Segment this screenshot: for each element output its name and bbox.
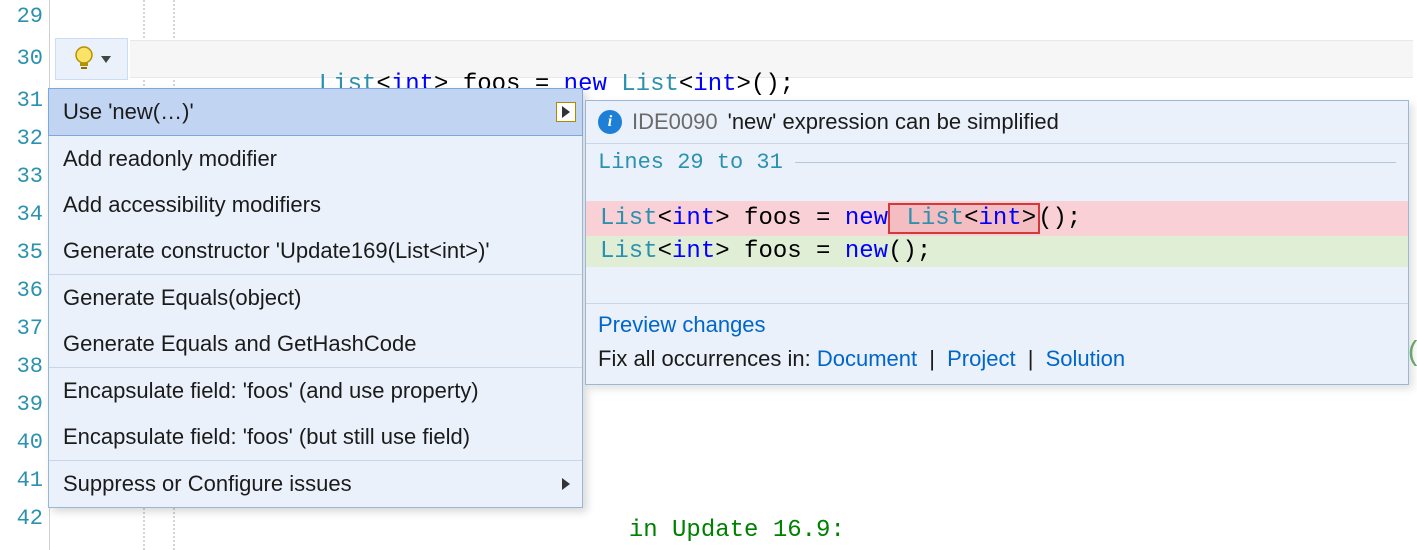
quick-action-label: Use 'new(…)': [63, 99, 194, 124]
line-number: 31: [17, 88, 43, 113]
quick-action-label: Suppress or Configure issues: [63, 471, 352, 496]
line-number: 33: [17, 164, 43, 189]
line-number: 29: [17, 4, 43, 29]
divider: [795, 162, 1396, 163]
diagnostic-code[interactable]: IDE0090: [632, 109, 718, 135]
line-number: 36: [17, 278, 43, 303]
preview-range-row: Lines 29 to 31: [586, 144, 1408, 181]
quick-action-generate-equals-hashcode[interactable]: Generate Equals and GetHashCode: [49, 321, 582, 367]
quick-action-label: Generate constructor 'Update169(List<int…: [63, 238, 490, 263]
line-number: 40: [17, 430, 43, 455]
line-number: 34: [17, 202, 43, 227]
lightbulb-icon: [73, 46, 95, 72]
separator: |: [929, 346, 935, 371]
preview-diff: List<int> foos = new List<int>(); List<i…: [586, 181, 1408, 303]
quick-action-encapsulate-property[interactable]: Encapsulate field: 'foos' (and use prope…: [49, 368, 582, 414]
preview-range-label: Lines 29 to 31: [598, 150, 783, 175]
diff-removed-line: List<int> foos = new List<int>();: [586, 201, 1408, 236]
separator: |: [1028, 346, 1034, 371]
preview-footer: Preview changes Fix all occurrences in: …: [586, 303, 1408, 384]
line-number: 37: [17, 316, 43, 341]
quick-action-use-new[interactable]: Use 'new(…)': [48, 88, 583, 136]
diagnostic-message: 'new' expression can be simplified: [728, 109, 1059, 135]
line-number: 35: [17, 240, 43, 265]
quick-actions-menu: Use 'new(…)' Add readonly modifier Add a…: [48, 88, 583, 508]
line-number: 38: [17, 354, 43, 379]
quick-action-label: Add accessibility modifiers: [63, 192, 321, 217]
line-number: 41: [17, 468, 43, 493]
quick-action-generate-equals[interactable]: Generate Equals(object): [49, 275, 582, 321]
quick-action-add-readonly[interactable]: Add readonly modifier: [49, 136, 582, 182]
preview-header: i IDE0090 'new' expression can be simpli…: [586, 101, 1408, 144]
fix-scope-document-link[interactable]: Document: [817, 346, 917, 371]
diff-highlight: List<int>: [888, 203, 1040, 234]
submenu-arrow-icon: [556, 102, 576, 122]
quick-action-label: Generate Equals and GetHashCode: [63, 331, 416, 356]
quick-action-label: Encapsulate field: 'foos' (and use prope…: [63, 378, 479, 403]
preview-changes-link[interactable]: Preview changes: [598, 312, 766, 337]
lightbulb-button[interactable]: [55, 38, 128, 80]
fix-scope-project-link[interactable]: Project: [947, 346, 1015, 371]
line-number: 42: [17, 506, 43, 531]
code-comment-line[interactable]: in Update 16.9:: [600, 490, 845, 544]
quick-action-label: Generate Equals(object): [63, 285, 301, 310]
line-number: 30: [17, 46, 43, 71]
line-number-gutter: 29 30 31 32 33 34 35 36 37 38 39 40 41 4…: [0, 0, 50, 550]
diff-added-line: List<int> foos = new();: [586, 236, 1408, 267]
quick-action-label: Encapsulate field: 'foos' (but still use…: [63, 424, 470, 449]
line-number: 32: [17, 126, 43, 151]
submenu-arrow-icon: [556, 474, 576, 494]
quick-action-add-accessibility[interactable]: Add accessibility modifiers: [49, 182, 582, 228]
info-icon: i: [598, 110, 622, 134]
quick-action-suppress-configure[interactable]: Suppress or Configure issues: [49, 461, 582, 507]
fix-scope-solution-link[interactable]: Solution: [1046, 346, 1126, 371]
fix-all-label: Fix all occurrences in:: [598, 346, 811, 371]
quick-action-encapsulate-field[interactable]: Encapsulate field: 'foos' (but still use…: [49, 414, 582, 460]
line-number: 39: [17, 392, 43, 417]
quick-action-generate-constructor[interactable]: Generate constructor 'Update169(List<int…: [49, 228, 582, 274]
brace-match-hint: (: [1405, 338, 1417, 368]
caret-down-icon: [101, 56, 111, 63]
quick-action-preview-pane: i IDE0090 'new' expression can be simpli…: [585, 100, 1409, 385]
quick-action-label: Add readonly modifier: [63, 146, 277, 171]
